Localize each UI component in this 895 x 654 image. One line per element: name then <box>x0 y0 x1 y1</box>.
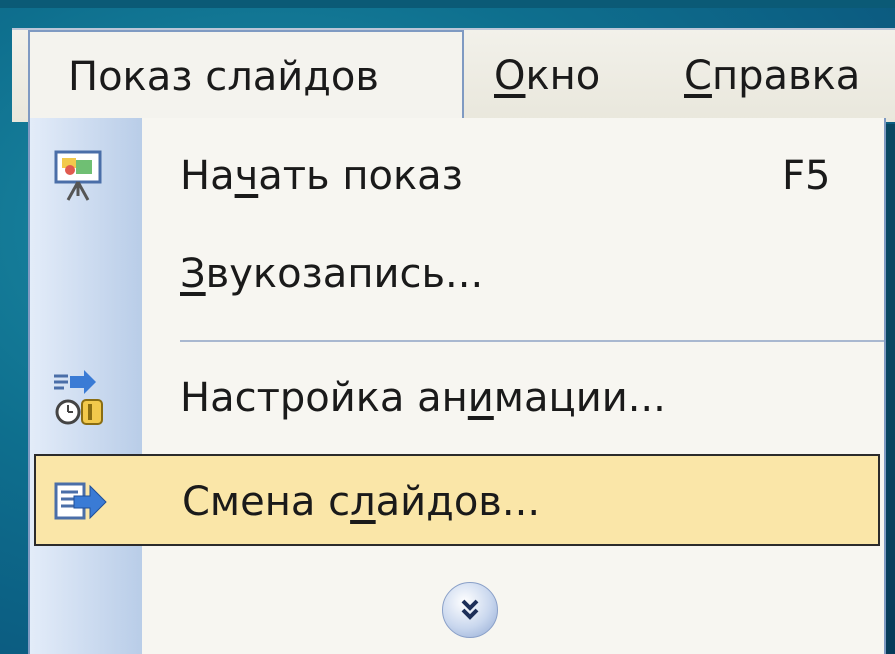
menu-item-label: На ч ать показ <box>180 130 463 222</box>
menu-window[interactable]: Окно <box>494 30 600 122</box>
menu-window-label: кно <box>525 53 601 99</box>
label-part: Настройка ан <box>180 375 468 421</box>
start-slideshow-icon <box>50 148 106 204</box>
menu-item-label: Настройка ан и мации... <box>180 352 666 444</box>
menu-slideshow[interactable]: Показ слайдов <box>28 30 464 122</box>
menu-item-start-slideshow[interactable]: На ч ать показ F5 <box>30 130 884 222</box>
expand-menu-button[interactable] <box>442 582 498 638</box>
menu-slideshow-label: Показ слайдов <box>68 54 379 100</box>
slide-transition-icon <box>52 474 108 530</box>
menu-item-label: Звукозапись... <box>180 228 483 320</box>
menu-separator <box>180 340 884 342</box>
label-part: айдов... <box>375 479 541 525</box>
dropdown-shadow <box>886 124 895 654</box>
label-part: мации... <box>493 375 666 421</box>
label-accel: л <box>350 479 376 525</box>
label-accel: и <box>467 375 494 421</box>
label-accel: З <box>180 251 206 297</box>
shortcut-f5: F5 <box>782 153 831 199</box>
custom-animation-icon <box>50 370 106 426</box>
slideshow-dropdown-menu: На ч ать показ F5 Звукозапись... Настрой… <box>28 118 886 654</box>
menu-help[interactable]: Справка <box>684 30 860 122</box>
chevron-double-down-icon <box>461 599 479 620</box>
menu-item-sound-recording[interactable]: Звукозапись... <box>30 228 884 320</box>
label-part: ать показ <box>258 153 463 199</box>
menu-item-label: Смена с л айдов... <box>182 456 540 548</box>
label-part: На <box>180 153 235 199</box>
label-accel: ч <box>234 153 259 199</box>
menu-window-accel: О <box>494 53 526 99</box>
label-part: вукозапись... <box>205 251 484 297</box>
menu-help-label: правка <box>711 53 861 99</box>
label-part: Смена с <box>182 479 351 525</box>
menu-help-accel: С <box>684 53 712 99</box>
menu-item-slide-transition[interactable]: Смена с л айдов... <box>34 454 880 546</box>
menu-bar: Показ слайдов Окно Справка <box>12 28 895 122</box>
slide-top-strip <box>0 0 895 8</box>
menu-item-custom-animation[interactable]: Настройка ан и мации... <box>30 352 884 444</box>
